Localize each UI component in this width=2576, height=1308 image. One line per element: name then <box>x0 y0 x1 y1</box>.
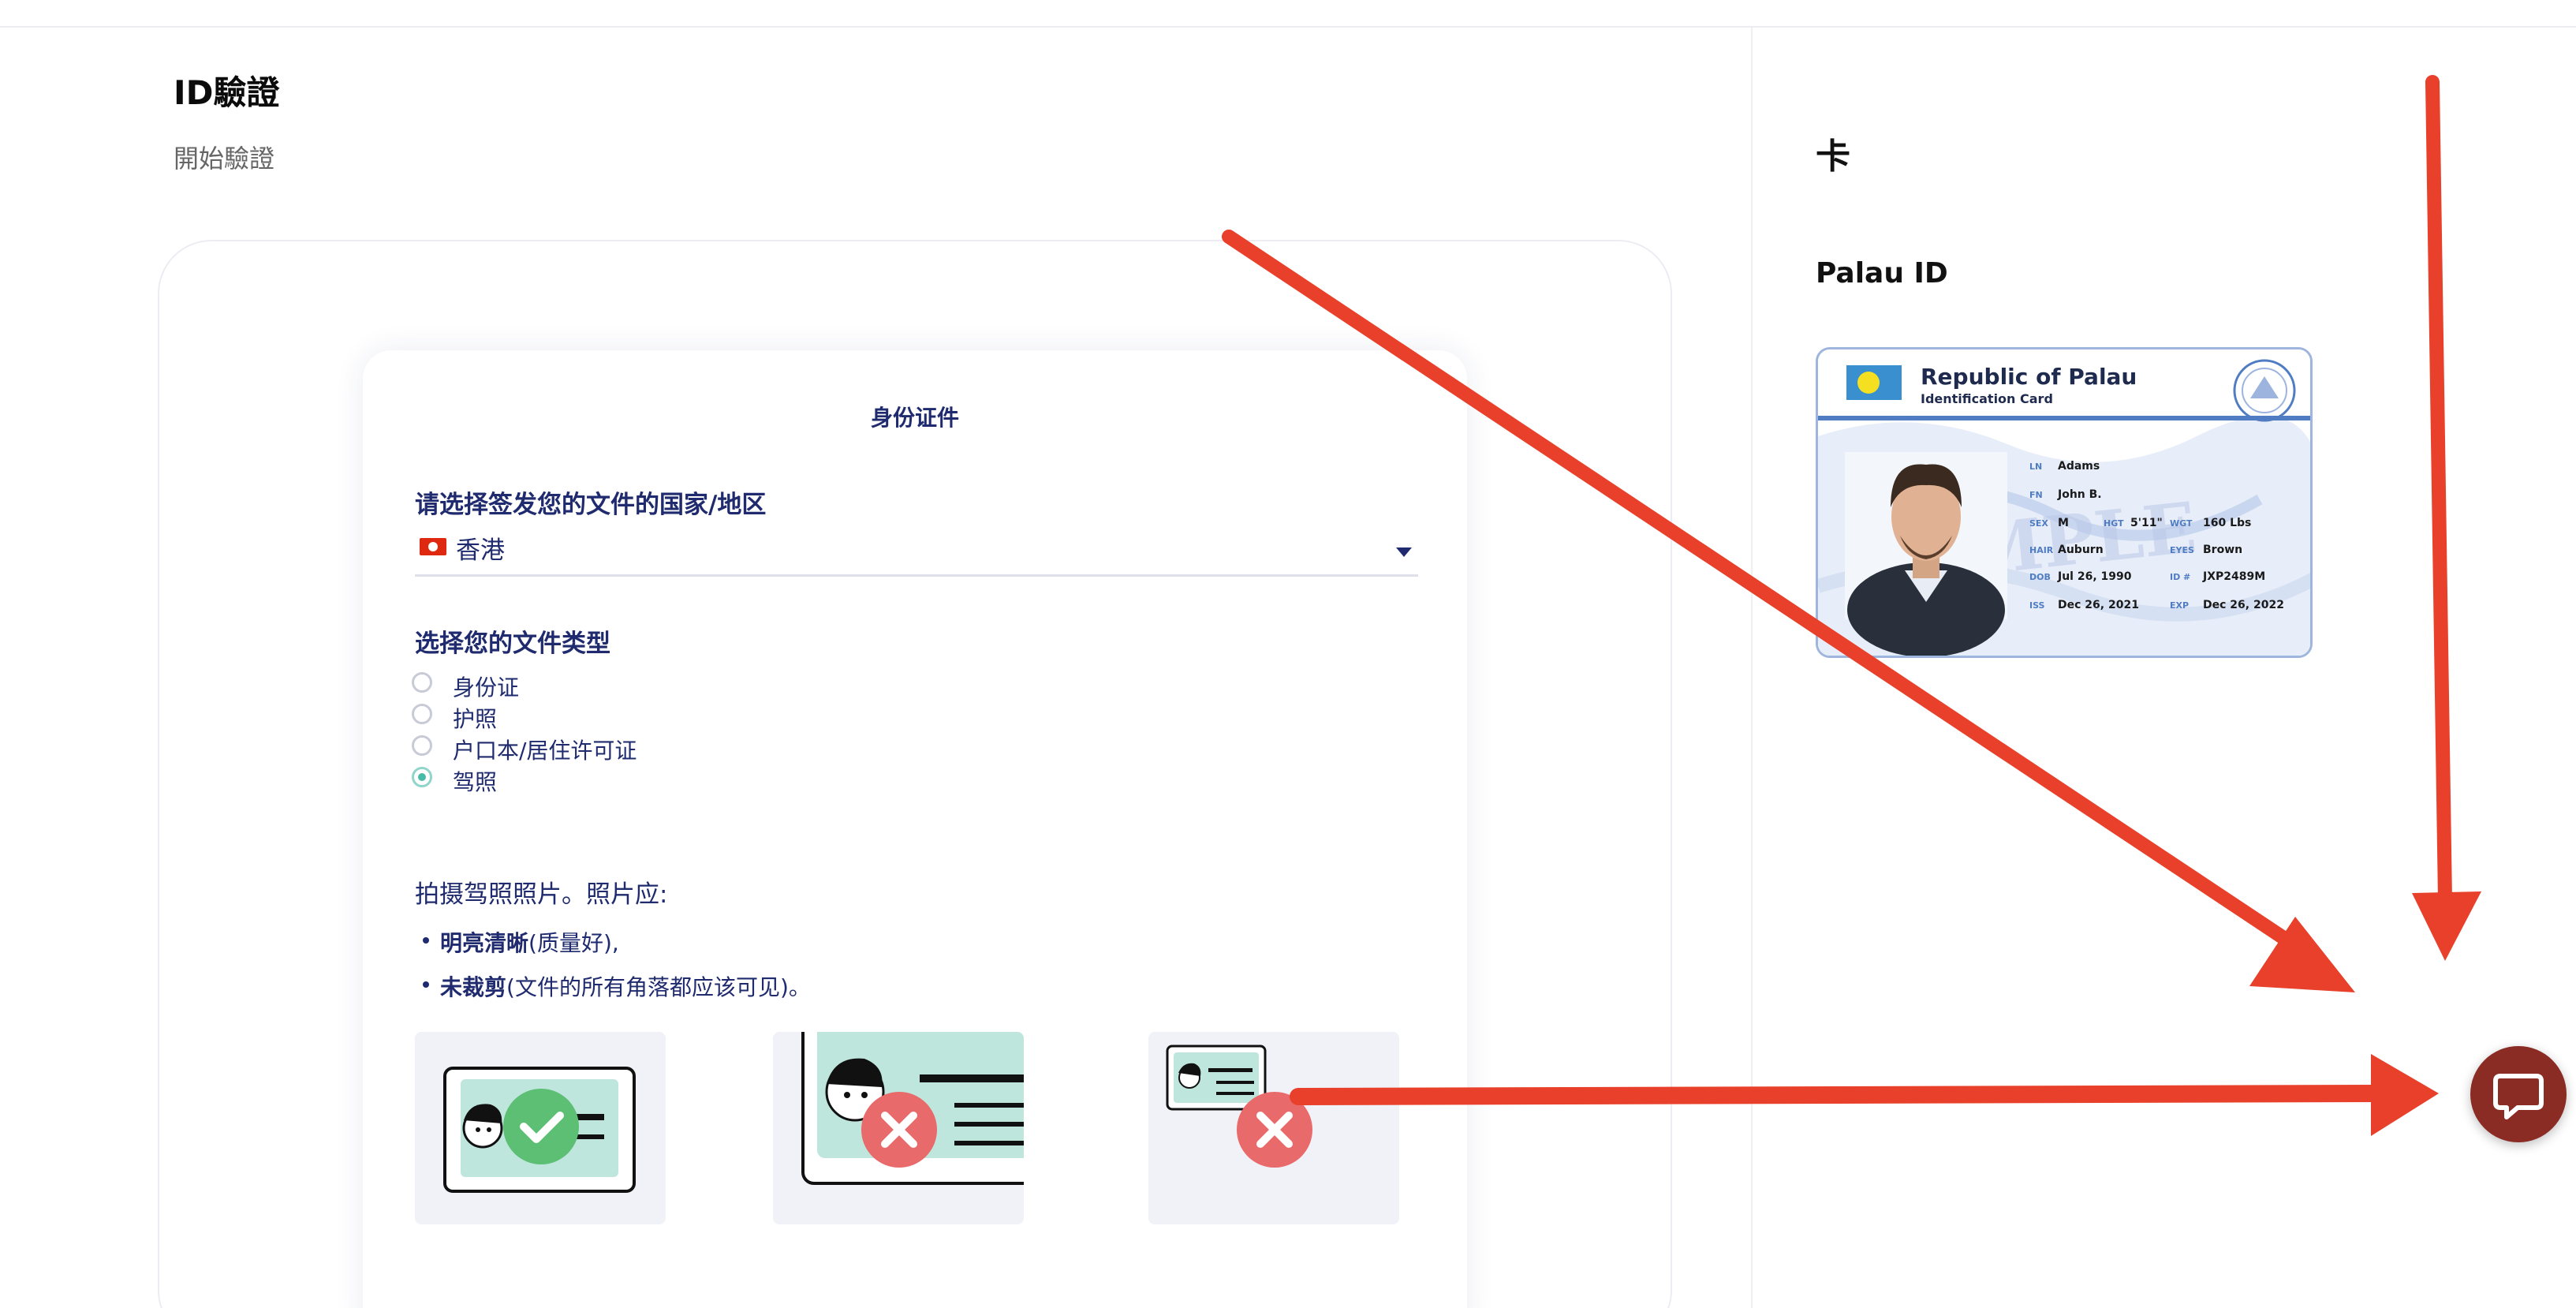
svg-text:EXP: EXP <box>2170 600 2189 611</box>
page-title: ID驗證 <box>174 73 280 112</box>
page: ID驗證 開始驗證 身份证件 请选择签发您的文件的国家/地区 香港 选择您的文件… <box>0 0 2576 1308</box>
sample-field-eyes: Brown <box>2203 544 2242 556</box>
svg-text:HAIR: HAIR <box>2029 545 2054 555</box>
card-section-label: 卡 <box>1816 136 1850 177</box>
radio-label[interactable]: 身份证 <box>453 671 519 702</box>
radio-button[interactable] <box>412 704 432 724</box>
sample-field-iss: Dec 26, 2021 <box>2058 599 2139 611</box>
sample-id-card-art: Republic of Palau Identification Card SA… <box>1818 349 2310 656</box>
radio-label[interactable]: 户口本/居住许可证 <box>453 734 637 765</box>
cropped-photo-illustration <box>801 1032 1024 1185</box>
svg-text:ISS: ISS <box>2029 600 2045 611</box>
sample-card-type: Identification Card <box>1921 391 2053 406</box>
sample-field-wgt: 160 Lbs <box>2203 517 2251 529</box>
bullet <box>423 937 429 944</box>
form-heading: 身份证件 <box>870 405 959 431</box>
country-select-value: 香港 <box>456 536 505 565</box>
sidebar-divider <box>1751 28 1753 1308</box>
page-subtitle: 開始驗證 <box>174 144 275 174</box>
example-cropped-photo <box>773 1032 1024 1224</box>
svg-text:WGT: WGT <box>2170 518 2193 529</box>
requirement-bold: 明亮清晰(质量好), <box>440 930 619 956</box>
sample-field-exp: Dec 26, 2022 <box>2203 599 2284 611</box>
requirement-detail: (文件的所有角落都应该可见)。 <box>506 974 811 1000</box>
document-type-question: 选择您的文件类型 <box>415 630 610 658</box>
sample-card-country: Republic of Palau <box>1921 364 2137 390</box>
good-photo-illustration <box>443 1067 636 1193</box>
sample-field-id: JXP2489M <box>2202 570 2265 583</box>
arrow-head <box>2412 891 2481 961</box>
radio-button-selected[interactable] <box>412 767 432 787</box>
top-divider <box>0 26 2576 28</box>
svg-text:DOB: DOB <box>2029 572 2051 582</box>
arrow-head <box>2249 917 2355 992</box>
chat-bubble-icon <box>2493 1074 2544 1119</box>
radio-button[interactable] <box>412 735 432 756</box>
sample-id-card: Republic of Palau Identification Card SA… <box>1816 347 2313 658</box>
svg-text:EYES: EYES <box>2170 545 2194 555</box>
radio-label[interactable]: 驾照 <box>453 765 497 797</box>
arrow-head <box>2371 1054 2439 1136</box>
bullet <box>423 981 429 988</box>
sample-field-ln: Adams <box>2058 460 2100 473</box>
example-good-photo <box>415 1032 666 1224</box>
requirement-detail: (质量好), <box>528 930 619 956</box>
sample-field-hair: Auburn <box>2058 544 2104 556</box>
sample-field-sex: M <box>2058 517 2069 529</box>
requirement-bold: 未裁剪(文件的所有角落都应该可见)。 <box>440 974 811 1000</box>
document-form-card: 身份证件 请选择签发您的文件的国家/地区 香港 选择您的文件类型 身份证 护照 … <box>363 350 1467 1308</box>
chevron-down-icon[interactable] <box>1396 547 1412 557</box>
svg-text:SEX: SEX <box>2029 518 2048 529</box>
sample-field-dob: Jul 26, 1990 <box>2057 570 2132 583</box>
country-question: 请选择签发您的文件的国家/地区 <box>415 491 767 519</box>
example-too-small-photo <box>1148 1032 1399 1224</box>
id-type-label: Palau ID <box>1816 257 1948 290</box>
svg-text:ID #: ID # <box>2170 572 2190 582</box>
check-icon <box>503 1089 579 1164</box>
hong-kong-flag-icon <box>420 538 446 555</box>
small-photo-illustration <box>1166 1045 1312 1168</box>
radio-button[interactable] <box>412 672 432 693</box>
photo-instructions-heading: 拍摄驾照照片。照片应: <box>415 880 668 909</box>
svg-text:FN: FN <box>2029 490 2043 500</box>
chat-button[interactable] <box>2470 1046 2567 1142</box>
svg-text:LN: LN <box>2029 462 2042 472</box>
svg-text:HGT: HGT <box>2104 518 2124 529</box>
sample-field-fn: John B. <box>2057 488 2102 501</box>
sample-field-hgt: 5'11" <box>2130 517 2163 529</box>
country-select[interactable]: 香港 <box>415 530 1418 577</box>
radio-label[interactable]: 护照 <box>453 702 497 734</box>
